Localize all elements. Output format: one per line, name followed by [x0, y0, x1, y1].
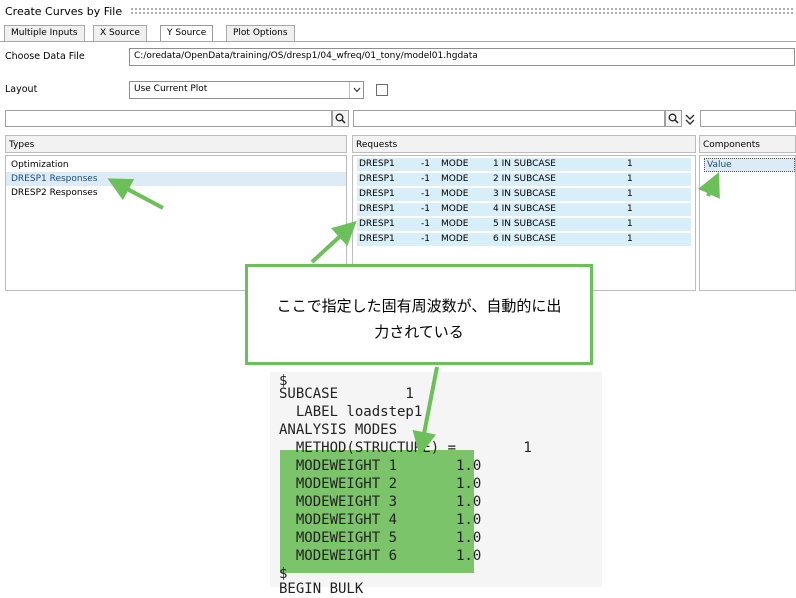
annotation-arrows [107, 172, 720, 456]
arrow-to-dresp1 [107, 178, 164, 210]
arrow-to-modeweight [412, 366, 439, 456]
arrow-to-requests [310, 220, 357, 264]
arrow-to-value [698, 172, 720, 199]
